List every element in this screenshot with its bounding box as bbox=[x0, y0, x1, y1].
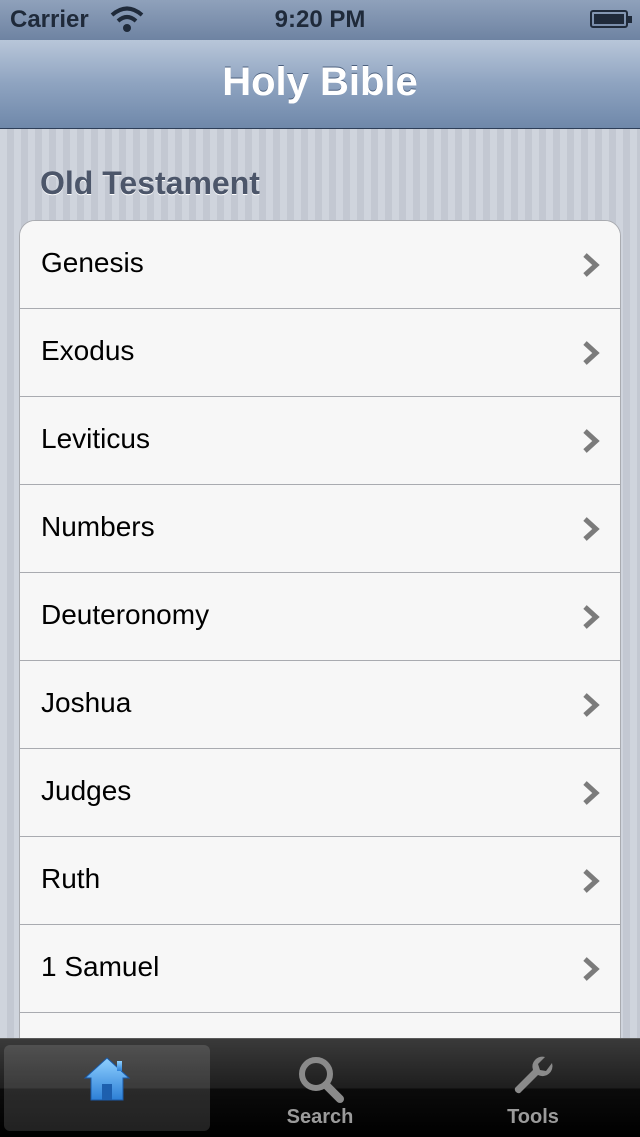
list-item-label: Ruth bbox=[41, 863, 101, 894]
list-item-partial[interactable] bbox=[20, 1013, 620, 1038]
clock-label: 9:20 PM bbox=[274, 6, 366, 33]
book-list-view[interactable]: Old Testament Genesis Exodus Leviticus N… bbox=[0, 129, 640, 1038]
status-bar: Carrier 9:20 PM bbox=[0, 0, 640, 40]
tab-label: Search bbox=[286, 1106, 354, 1128]
chevron-right-icon bbox=[583, 429, 600, 453]
chevron-right-icon bbox=[583, 605, 600, 629]
chevron-right-icon bbox=[583, 693, 600, 717]
wrench-icon bbox=[514, 1056, 553, 1094]
list-item-exodus[interactable]: Exodus bbox=[20, 309, 620, 397]
home-icon bbox=[83, 1057, 131, 1101]
tab-tools[interactable]: Tools bbox=[430, 1045, 636, 1131]
battery-icon bbox=[590, 10, 632, 28]
list-item-label: Exodus bbox=[41, 335, 135, 366]
chevron-right-icon bbox=[583, 781, 600, 805]
list-item-label: Deuteronomy bbox=[41, 599, 210, 630]
search-icon bbox=[299, 1057, 344, 1103]
list-item-label: Numbers bbox=[41, 511, 155, 542]
list-item-label: 1 Samuel bbox=[41, 951, 160, 982]
list-item-genesis[interactable]: Genesis bbox=[20, 221, 620, 309]
list-item-ruth[interactable]: Ruth bbox=[20, 837, 620, 925]
chevron-right-icon bbox=[583, 517, 600, 541]
list-item-leviticus[interactable]: Leviticus bbox=[20, 397, 620, 485]
navigation-bar: Holy Bible bbox=[0, 40, 640, 129]
section-header: Old Testament bbox=[40, 165, 260, 201]
list-item-label: Judges bbox=[41, 775, 132, 806]
list-item-judges[interactable]: Judges bbox=[20, 749, 620, 837]
tab-label: Tools bbox=[507, 1106, 559, 1128]
list-item-numbers[interactable]: Numbers bbox=[20, 485, 620, 573]
list-item-1-samuel[interactable]: 1 Samuel bbox=[20, 925, 620, 1013]
list-item-deuteronomy[interactable]: Deuteronomy bbox=[20, 573, 620, 661]
list-item-label: Genesis bbox=[41, 247, 144, 278]
tab-search[interactable]: Search bbox=[217, 1045, 423, 1131]
page-title: Holy Bible bbox=[222, 60, 418, 104]
book-list: Genesis Exodus Leviticus Numbers Deutero… bbox=[19, 220, 621, 1038]
list-item-label: Leviticus bbox=[41, 423, 150, 454]
chevron-right-icon bbox=[583, 253, 600, 277]
chevron-right-icon bbox=[583, 869, 600, 893]
tab-home[interactable] bbox=[4, 1045, 210, 1131]
chevron-right-icon bbox=[583, 341, 600, 365]
list-item-label: Joshua bbox=[41, 687, 132, 718]
list-item-joshua[interactable]: Joshua bbox=[20, 661, 620, 749]
chevron-right-icon bbox=[583, 957, 600, 981]
tab-bar: Search Tools bbox=[0, 1038, 640, 1137]
